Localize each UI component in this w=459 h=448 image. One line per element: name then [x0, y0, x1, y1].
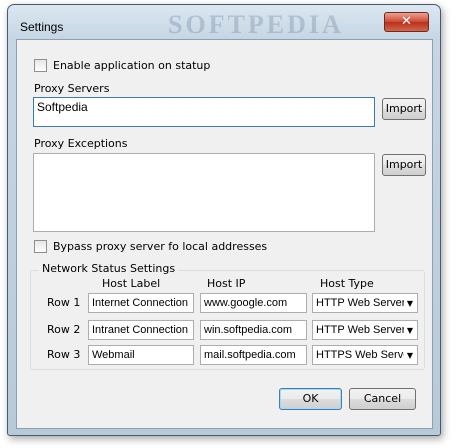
host-label-field[interactable]: Webmail: [88, 345, 194, 365]
proxy-servers-label: Proxy Servers: [34, 82, 110, 95]
host-type-value: HTTPS Web Server: [316, 349, 404, 361]
enable-on-startup-checkbox[interactable]: [34, 59, 47, 72]
host-label-field[interactable]: Intranet Connection: [88, 320, 194, 340]
proxy-exceptions-field[interactable]: [33, 153, 375, 232]
dialog-body: Enable application on statup Proxy Serve…: [16, 39, 433, 429]
ok-button[interactable]: OK: [279, 388, 342, 410]
host-type-select[interactable]: HTTPS Web Server ▼: [312, 345, 418, 365]
column-header-host-type: Host Type: [320, 277, 374, 290]
proxy-servers-import-button[interactable]: Import: [382, 98, 426, 120]
window-title: Settings: [20, 20, 64, 34]
host-ip-field[interactable]: www.google.com: [200, 293, 307, 313]
cancel-button[interactable]: Cancel: [349, 388, 416, 410]
host-ip-field[interactable]: win.softpedia.com: [200, 320, 307, 340]
softpedia-watermark: SOFTPEDIA: [168, 10, 344, 39]
proxy-servers-field[interactable]: Softpedia: [33, 97, 375, 127]
host-ip-field[interactable]: mail.softpedia.com: [200, 345, 307, 365]
chevron-down-icon[interactable]: ▼: [403, 294, 417, 312]
settings-window: SOFTPEDIA Settings ✕ Enable application …: [7, 4, 441, 436]
host-type-select[interactable]: HTTP Web Server ▼: [312, 320, 418, 340]
bypass-local-label: Bypass proxy server fo local addresses: [53, 240, 268, 253]
chevron-down-icon[interactable]: ▼: [403, 346, 417, 364]
proxy-exceptions-label: Proxy Exceptions: [34, 137, 128, 150]
close-button[interactable]: ✕: [384, 12, 429, 32]
column-header-host-label: Host Label: [102, 277, 161, 290]
host-type-select[interactable]: HTTP Web Server ▼: [312, 293, 418, 313]
enable-on-startup-label: Enable application on statup: [53, 59, 211, 72]
host-label-field[interactable]: Internet Connection: [88, 293, 194, 313]
bypass-local-checkbox[interactable]: [34, 240, 47, 253]
close-icon: ✕: [401, 14, 412, 29]
proxy-exceptions-import-button[interactable]: Import: [382, 154, 426, 176]
chevron-down-icon[interactable]: ▼: [403, 321, 417, 339]
host-type-value: HTTP Web Server: [316, 324, 404, 336]
column-header-host-ip: Host IP: [207, 277, 246, 290]
network-status-title: Network Status Settings: [39, 262, 179, 275]
row-label: Row 1: [47, 296, 81, 309]
title-bar[interactable]: SOFTPEDIA Settings ✕: [8, 5, 440, 39]
row-label: Row 2: [47, 323, 81, 336]
row-label: Row 3: [47, 348, 81, 361]
host-type-value: HTTP Web Server: [316, 297, 404, 309]
